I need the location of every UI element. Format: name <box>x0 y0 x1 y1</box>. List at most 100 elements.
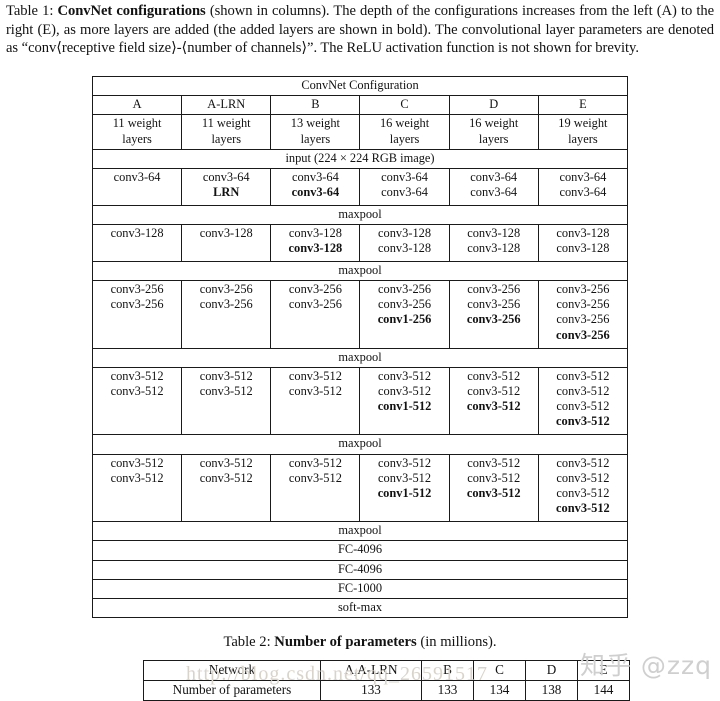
layer-label: conv3-512 <box>467 384 521 399</box>
conv-block-row-64: conv3-64 conv3-64 LRN conv3-64 conv3-64 conv3… <box>91 168 629 206</box>
layer-label: conv3-64 <box>291 170 339 185</box>
maxpool-label-2: maxpool <box>92 260 628 282</box>
table2-network-c: C <box>473 660 526 681</box>
layer-label: conv1-256 <box>377 312 432 327</box>
caption-prefix: Table 1: <box>6 3 58 19</box>
block-64-cell-a-lrn: conv3-64 LRN <box>181 168 272 206</box>
layer-label: conv1-512 <box>377 399 432 414</box>
block-512-b-cell-c: conv3-512 conv3-512 conv1-512 <box>359 453 450 523</box>
block-512-a-cell-a: conv3-512 conv3-512 <box>91 366 183 436</box>
block-512-a-cell-b: conv3-512 conv3-512 <box>270 366 361 436</box>
layer-label: conv3-512 <box>378 470 432 485</box>
table2-row-label-params: Number of parameters <box>143 680 321 701</box>
tail-fc-4096-first: FC-4096 <box>92 540 628 561</box>
block-128-cell-c: conv3-128 conv3-128 <box>359 224 450 262</box>
layer-label: conv3-512 <box>110 384 164 399</box>
layer-label: conv3-256 <box>110 282 164 297</box>
caption-bold-title: ConvNet configurations <box>57 3 206 19</box>
conv-block-row-512-b: conv3-512 conv3-512 conv3-512 conv3-512 conv… <box>91 453 629 523</box>
layer-label: conv3-256 <box>199 282 253 297</box>
table2-body: Network A,A-LRN B C D E Number of parame… <box>143 660 630 701</box>
block-256-cell-e: conv3-256 conv3-256 conv3-256 conv3-256 <box>537 280 629 349</box>
block-64-cell-a: conv3-64 <box>91 168 183 206</box>
layer-label: conv3-512 <box>556 470 610 485</box>
tail-row-maxpool: maxpool <box>92 521 628 542</box>
layer-label: conv3-64 <box>381 170 428 185</box>
layer-label: conv3-128 <box>288 241 343 256</box>
layer-label: conv3-64 <box>470 185 518 200</box>
layer-label: conv3-256 <box>288 297 342 312</box>
maxpool-label-3: maxpool <box>92 347 628 368</box>
block-512-b-cell-e: conv3-512 conv3-512 conv3-512 conv3-512 <box>537 453 629 523</box>
tail-soft-max: soft-max <box>92 598 628 619</box>
layer-label: conv3-256 <box>378 297 432 312</box>
layer-label: conv3-512 <box>467 455 521 470</box>
layer-label: conv3-512 <box>378 368 432 383</box>
maxpool-label-4: maxpool <box>92 434 628 455</box>
layer-label: conv3-256 <box>556 327 610 342</box>
block-128-cell-d: conv3-128 conv3-128 <box>448 224 539 262</box>
layer-label: conv3-128 <box>467 226 521 241</box>
col-header-c: C <box>359 95 450 116</box>
layer-label: conv3-512 <box>288 384 342 399</box>
layer-label: conv3-128 <box>467 241 521 256</box>
layer-label: conv3-128 <box>199 226 253 241</box>
layer-label: conv3-256 <box>199 297 253 312</box>
block-512-a-cell-d: conv3-512 conv3-512 conv3-512 <box>448 366 539 436</box>
layer-label: conv3-512 <box>110 368 164 383</box>
depth-a-lrn: 11 weight layers <box>181 114 272 150</box>
block-512-b-cell-d: conv3-512 conv3-512 conv3-512 <box>448 453 539 523</box>
layer-label: conv3-512 <box>556 399 610 414</box>
layer-label: conv3-128 <box>288 226 342 241</box>
block-64-cell-b: conv3-64 conv3-64 <box>270 168 361 206</box>
tail-row-fc1000: FC-1000 <box>92 578 628 600</box>
layer-label: conv3-256 <box>467 297 521 312</box>
layer-label: conv3-512 <box>110 470 164 485</box>
block-128-cell-e: conv3-128 conv3-128 <box>537 224 629 262</box>
block-64-cell-e: conv3-64 conv3-64 <box>537 168 629 206</box>
layer-label: conv3-128 <box>378 226 432 241</box>
layer-label: conv3-512 <box>378 455 432 470</box>
layer-label: conv3-256 <box>378 282 432 297</box>
maxpool-row-1: maxpool <box>92 204 628 226</box>
tail-maxpool: maxpool <box>92 521 628 542</box>
col-header-e: E <box>537 95 629 116</box>
layer-label: conv3-512 <box>556 501 610 516</box>
layer-label: conv3-512 <box>110 455 164 470</box>
table1-header-row: ConvNet Configuration <box>92 75 628 97</box>
block-512-b-cell-b: conv3-512 conv3-512 <box>270 453 361 523</box>
block-256-cell-c: conv3-256 conv3-256 conv1-256 <box>359 280 450 349</box>
layer-label: conv3-512 <box>556 384 610 399</box>
layer-label: conv3-512 <box>466 486 521 501</box>
tail-row-softmax: soft-max <box>92 598 628 619</box>
layer-label: conv3-512 <box>556 486 610 501</box>
conv-block-row-128: conv3-128 conv3-128 conv3-128 conv3-128 conv… <box>91 224 629 262</box>
tail-row-fc4096-1: FC-4096 <box>92 540 628 561</box>
layer-label: conv3-64 <box>559 185 607 200</box>
table2-network-e: E <box>577 660 630 681</box>
layer-label: conv3-512 <box>556 368 610 383</box>
layer-label: conv3-512 <box>466 399 521 414</box>
layer-label: conv3-512 <box>199 470 253 485</box>
table2-container: Network A,A-LRN B C D E Number of parame… <box>143 660 630 701</box>
table2-caption: Table 2: Number of parameters (in millio… <box>0 634 720 651</box>
block-512-a-cell-a-lrn: conv3-512 conv3-512 <box>181 366 272 436</box>
block-256-cell-b: conv3-256 conv3-256 <box>270 280 361 349</box>
layer-label: conv3-512 <box>288 455 342 470</box>
table-row: Number of parameters 133 133 134 138 144 <box>143 680 630 701</box>
table2-caption-suffix: (in millions). <box>416 634 497 650</box>
block-128-cell-b: conv3-128 conv3-128 <box>270 224 361 262</box>
number-of-parameters-table: Network A,A-LRN B C D E Number of parame… <box>143 660 630 701</box>
table2-network-d: D <box>525 660 578 681</box>
depth-e: 19 weight layers <box>537 114 629 150</box>
table2-network-a-alrn: A,A-LRN <box>320 660 422 681</box>
col-header-b: B <box>270 95 361 116</box>
block-64-cell-d: conv3-64 conv3-64 <box>448 168 539 206</box>
tail-fc-4096-second: FC-4096 <box>92 559 628 580</box>
col-header-d: D <box>448 95 539 116</box>
layer-label: conv3-64 <box>381 185 428 200</box>
layer-label: conv3-64 <box>559 170 607 185</box>
maxpool-row-4: maxpool <box>92 434 628 455</box>
layer-label: conv3-512 <box>199 384 253 399</box>
block-512-b-cell-a-lrn: conv3-512 conv3-512 <box>181 453 272 523</box>
